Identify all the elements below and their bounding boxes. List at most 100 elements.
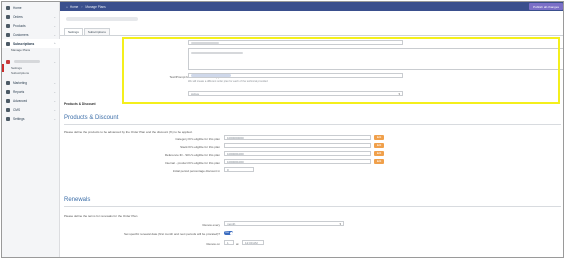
sidebar-item-label: Advanced	[13, 98, 28, 103]
sidebar-item-plans[interactable]: ⌄	[2, 57, 60, 66]
breadcrumb-separator-icon: ›	[81, 4, 83, 9]
internal-ids-edit-button[interactable]: Edit	[374, 159, 384, 164]
chevron-down-icon: ⌄	[53, 59, 56, 64]
status-select[interactable]: Active ▾	[188, 91, 403, 96]
chevron-down-icon: ⌄	[53, 116, 56, 121]
internal-ids-field[interactable]: 1000001000	[224, 159, 371, 164]
sidebar-subitem-subscriptions[interactable]: Subscriptions	[11, 71, 29, 75]
chevron-down-icon: ⌄	[53, 98, 56, 103]
top-bar: ⌂ Home › Manage Plans Publish all change…	[60, 2, 563, 11]
category-ids-edit-button[interactable]: Edit	[374, 135, 384, 140]
tab-bar: Settings Subscriptions	[64, 28, 111, 35]
reference-ids-label: Reference ID - SKU's eligible for this p…	[164, 153, 220, 157]
customers-icon	[6, 32, 10, 37]
sidebar-subitem-manage-plans[interactable]: Manage Plans	[11, 48, 30, 52]
toggle-label: Yes	[225, 232, 229, 234]
toggle-knob	[229, 231, 233, 235]
section-divider	[64, 206, 561, 207]
tab-divider	[60, 35, 563, 36]
chevron-down-icon: ⌄	[53, 23, 56, 28]
sidebar-item-label: CMS	[13, 107, 21, 112]
sidebar-item-label: Home	[13, 5, 22, 10]
redacted-label	[14, 60, 40, 63]
reports-icon	[6, 89, 10, 94]
renew-on-day-field[interactable]: 1	[224, 240, 234, 245]
specific-renewal-label: Set specific renewal date (first month a…	[123, 232, 220, 236]
chevron-down-icon: ⌄	[53, 14, 56, 19]
publish-label: Publish all changes	[533, 4, 559, 9]
publish-all-changes-button[interactable]: Publish all changes	[529, 3, 563, 10]
reference-ids-edit-button[interactable]: Edit	[374, 151, 384, 156]
renew-every-label: Renew every	[202, 223, 220, 227]
sidebar-item-label: Settings	[13, 116, 25, 121]
chevron-down-icon: ▾	[398, 92, 400, 96]
description-value-redacted	[191, 52, 243, 54]
chevron-up-icon: ⌃	[53, 41, 56, 46]
chevron-down-icon: ⌄	[53, 32, 56, 37]
category-ids-label: Category ID's eligible for this plan	[175, 137, 220, 141]
internal-ids-label: Internal - product ID's eligible for thi…	[164, 161, 220, 165]
plans-icon	[6, 59, 10, 64]
settings-icon	[6, 116, 10, 121]
text-prompt-value-redacted	[191, 74, 231, 77]
sidebar-item-label: Marketing	[13, 80, 27, 85]
chevron-down-icon: ⌄	[53, 107, 56, 112]
sidebar-item-subscriptions[interactable]: Subscriptions ⌃	[2, 39, 60, 48]
sidebar-item-advanced[interactable]: Advanced ⌄	[2, 96, 60, 105]
stack-ids-field[interactable]	[224, 143, 371, 148]
app-window: Home Orders ⌄ Products ⌄ Customers ⌄ Sub…	[1, 1, 564, 258]
breadcrumb-manage-plans[interactable]: Manage Plans	[85, 5, 105, 9]
products-icon	[6, 23, 10, 28]
cms-icon	[6, 107, 10, 112]
tab-subscriptions[interactable]: Subscriptions	[83, 28, 110, 35]
category-ids-field[interactable]: 1000000000	[224, 135, 371, 140]
subscriptions-icon	[6, 41, 10, 46]
stack-ids-label: Stack ID's eligible for this plan	[180, 145, 220, 149]
reference-ids-field[interactable]: 1000001000	[224, 151, 371, 156]
sidebar-subitem-settings[interactable]: Settings	[11, 66, 22, 70]
renew-every-select[interactable]: month ▾	[224, 221, 344, 226]
main-content: Settings Subscriptions Name Description …	[60, 11, 563, 257]
status-value: Active	[191, 91, 200, 96]
stack-ids-edit-button[interactable]: Edit	[374, 143, 384, 148]
sidebar-item-label: Customers	[13, 32, 29, 37]
text-prompt-field[interactable]	[188, 73, 403, 78]
home-icon	[6, 5, 10, 10]
renewals-description: Please define the terms for renewals for…	[64, 214, 138, 218]
discount-field[interactable]: 0	[224, 167, 254, 172]
sidebar-item-orders[interactable]: Orders ⌄	[2, 12, 60, 21]
renew-on-label: Renew on	[206, 242, 220, 246]
chevron-down-icon: ▾	[339, 222, 341, 226]
products-description: Please define the products to be advance…	[64, 130, 193, 134]
sidebar-item-label: Subscriptions	[13, 41, 35, 46]
section-divider	[64, 124, 561, 125]
home-icon: ⌂	[66, 4, 68, 9]
discount-label: Initial period percentage discount in	[172, 169, 220, 173]
sidebar: Home Orders ⌄ Products ⌄ Customers ⌄ Sub…	[2, 2, 60, 257]
chevron-down-icon: ⌄	[53, 89, 56, 94]
breadcrumb-home[interactable]: Home	[70, 5, 79, 9]
sidebar-item-settings[interactable]: Settings ⌄	[2, 114, 60, 123]
name-value-redacted	[191, 41, 219, 44]
sidebar-item-customers[interactable]: Customers ⌄	[2, 30, 60, 39]
sidebar-item-marketing[interactable]: Marketing ⌄	[2, 78, 60, 87]
sidebar-item-label: Orders	[13, 14, 23, 19]
renewals-section-title: Renewals	[64, 197, 91, 203]
orders-icon	[6, 14, 10, 19]
sidebar-item-cms[interactable]: CMS ⌄	[2, 105, 60, 114]
renew-on-time-field[interactable]: 12:00 AM	[242, 240, 264, 245]
sidebar-item-reports[interactable]: Reports ⌄	[2, 87, 60, 96]
sidebar-item-products[interactable]: Products ⌄	[2, 21, 60, 30]
tab-settings[interactable]: Settings	[64, 28, 83, 35]
products-section-title: Products & Discount	[64, 115, 119, 121]
page-title-redacted	[66, 17, 138, 21]
sidebar-item-label: Products	[13, 23, 26, 28]
sidebar-item-home[interactable]: Home	[2, 3, 60, 12]
name-field[interactable]	[188, 40, 403, 45]
advanced-icon	[6, 98, 10, 103]
description-field[interactable]	[188, 48, 563, 70]
sidebar-item-label: Reports	[13, 89, 25, 94]
text-prompt-hint: We will create a different order plan fo…	[188, 80, 268, 83]
specific-renewal-toggle[interactable]: Yes	[224, 231, 233, 235]
renew-on-at-text: at	[236, 242, 239, 246]
